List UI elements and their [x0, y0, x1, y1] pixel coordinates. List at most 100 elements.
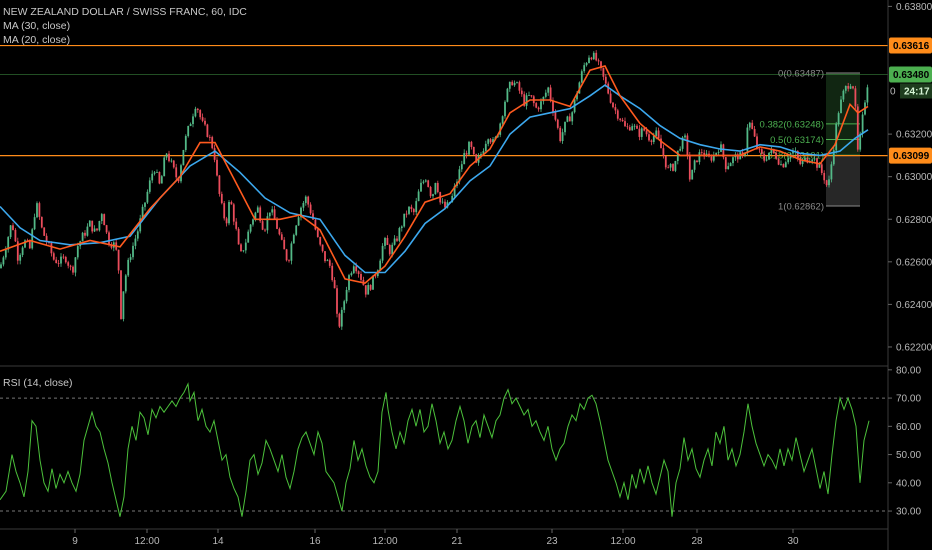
candle-body [264, 229, 266, 231]
candle-body [516, 82, 518, 83]
candle-body [585, 62, 588, 66]
candle-body [547, 87, 550, 93]
candle-body [866, 87, 869, 103]
candle-body [636, 125, 638, 129]
candle-body [408, 206, 410, 214]
candle-body [134, 238, 137, 246]
candle-body [520, 90, 523, 95]
candle-body [552, 100, 554, 113]
candle-body [105, 225, 108, 233]
time-tick-label: 14 [212, 536, 224, 547]
candle-body [688, 155, 691, 180]
candle-body [664, 155, 667, 168]
chart-canvas[interactable]: 0(0.63487)0.382(0.63248)0.5(0.63174)0.61… [0, 0, 932, 550]
candle-body [698, 152, 701, 163]
candle-body [595, 52, 598, 61]
candle-body [28, 240, 31, 249]
candle-body [700, 152, 703, 154]
candle-body [508, 81, 511, 89]
rsi-tick-label: 70.00 [896, 394, 921, 405]
candle-body [36, 203, 38, 218]
candle-body [436, 182, 439, 193]
candle-body [693, 160, 696, 170]
candle-body [768, 152, 770, 160]
candle-body [561, 132, 564, 142]
candle-body [328, 260, 331, 266]
rsi-tick-label: 50.00 [896, 450, 921, 461]
candle-body [367, 284, 370, 295]
candle-body [271, 209, 274, 213]
candle-body [787, 158, 790, 163]
candle-body [763, 154, 766, 161]
candle-body [655, 130, 658, 136]
candle-body [64, 257, 67, 263]
candle-body [657, 130, 660, 139]
candle-body [146, 191, 149, 203]
candle-body [820, 164, 823, 173]
candle-body [295, 225, 298, 235]
candle-body [360, 274, 362, 280]
candle-body [626, 126, 629, 128]
candle-body [62, 256, 65, 258]
candle-body [201, 117, 204, 121]
candle-body [304, 196, 307, 203]
candle-body [237, 228, 240, 245]
candle-body [50, 242, 53, 254]
candle-body [640, 128, 643, 137]
candle-body [148, 180, 151, 192]
candle-body [511, 81, 514, 86]
candle-body [314, 219, 317, 230]
candle-body [278, 228, 281, 235]
candle-body [501, 116, 504, 124]
candle-body [74, 257, 77, 273]
candle-body [43, 227, 46, 236]
candle-body [235, 221, 238, 229]
candle-body [556, 119, 559, 128]
price-pane[interactable]: 0(0.63487)0.382(0.63248)0.5(0.63174)0.61… [0, 0, 932, 550]
candle-body [220, 193, 223, 204]
candle-body [760, 149, 763, 155]
candle-body [549, 87, 552, 101]
candle-body [410, 206, 413, 210]
candle-body [230, 202, 233, 205]
candle-body [302, 202, 305, 208]
candle-body [72, 266, 74, 273]
background [0, 0, 932, 550]
candle-body [633, 125, 636, 127]
candle-body [530, 95, 533, 97]
candle-body [624, 121, 626, 127]
candle-body [81, 232, 84, 242]
rsi-tick-label: 40.00 [896, 478, 921, 489]
candle-body [124, 275, 127, 292]
candle-body [321, 244, 324, 252]
time-tick-label: 12:00 [372, 536, 397, 547]
candle-body [33, 217, 36, 230]
candle-body [127, 259, 130, 276]
candle-body [676, 150, 679, 161]
price-tick-label: 0.62800 [896, 215, 932, 226]
candle-body [244, 242, 247, 251]
candle-body [849, 86, 852, 89]
candle-body [650, 140, 653, 142]
candle-body [103, 214, 106, 226]
candle-body [12, 225, 14, 230]
resistance-price-label: 0.63616 [893, 41, 930, 52]
candle-body [823, 172, 826, 181]
candle-body [350, 273, 353, 276]
candle-body [847, 85, 850, 89]
candle-body [616, 110, 619, 119]
candle-body [756, 136, 758, 149]
candle-body [336, 288, 338, 314]
candle-body [717, 151, 720, 153]
candle-body [0, 264, 2, 269]
candle-body [252, 219, 254, 225]
candle-body [504, 101, 506, 117]
candle-body [194, 108, 197, 117]
rsi-tick-label: 80.00 [896, 365, 921, 376]
candle-body [571, 112, 574, 122]
candle-body [192, 116, 194, 124]
fib-label: 1(0.62862) [778, 202, 824, 213]
candle-body [460, 164, 463, 170]
candle-body [780, 164, 782, 165]
rsi-tick-label: 60.00 [896, 422, 921, 433]
